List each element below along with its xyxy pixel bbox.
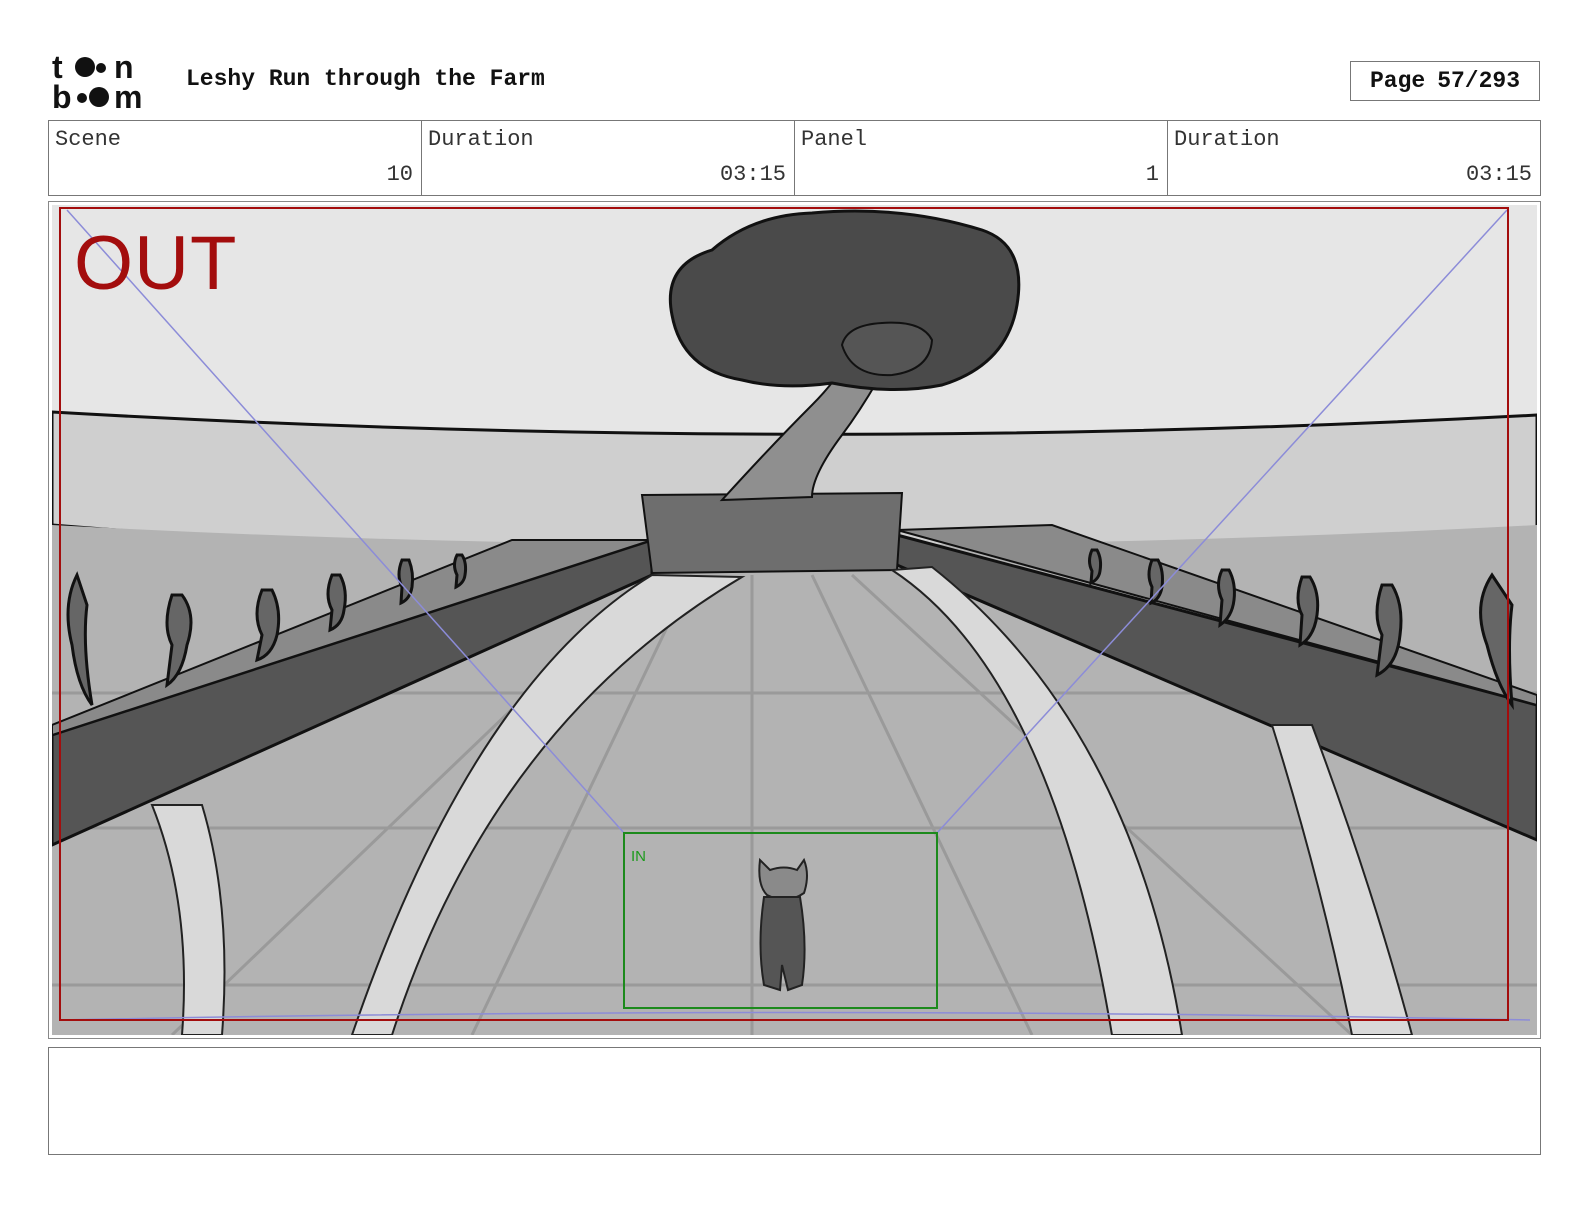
- toon-boom-logo: t n b m: [52, 50, 142, 112]
- panel-notes-box: [48, 1047, 1541, 1155]
- panel-value: 1: [1145, 162, 1159, 187]
- page-number: 57/293: [1437, 68, 1521, 94]
- scene-label: Scene: [55, 127, 122, 152]
- scene-cell: Scene 10: [49, 121, 422, 195]
- panel-duration-value: 03:15: [1465, 162, 1532, 187]
- scene-duration-value: 03:15: [719, 162, 786, 187]
- svg-text:m: m: [114, 79, 142, 112]
- panel-label: Panel: [801, 127, 868, 152]
- panel-info-row: Scene 10 Duration 03:15 Panel 1 Duration…: [48, 120, 1541, 196]
- in-frame-label: IN: [631, 848, 646, 865]
- scene-duration-cell: Duration 03:15: [422, 121, 795, 195]
- out-frame-label: OUT: [74, 221, 238, 306]
- panel-duration-cell: Duration 03:15: [1168, 121, 1540, 195]
- panel-drawing: [52, 205, 1537, 1035]
- storyboard-title: Leshy Run through the Farm: [186, 66, 545, 92]
- panel-duration-label: Duration: [1174, 127, 1280, 152]
- scene-value: 10: [386, 162, 413, 187]
- page-label: Page: [1369, 68, 1426, 94]
- tree-pedestal: [640, 491, 904, 575]
- page-indicator: Page 57/293: [1350, 61, 1540, 101]
- scene-duration-label: Duration: [428, 127, 534, 152]
- leshy-character: [758, 857, 808, 992]
- panel-cell: Panel 1: [795, 121, 1168, 195]
- svg-text:b: b: [52, 79, 72, 112]
